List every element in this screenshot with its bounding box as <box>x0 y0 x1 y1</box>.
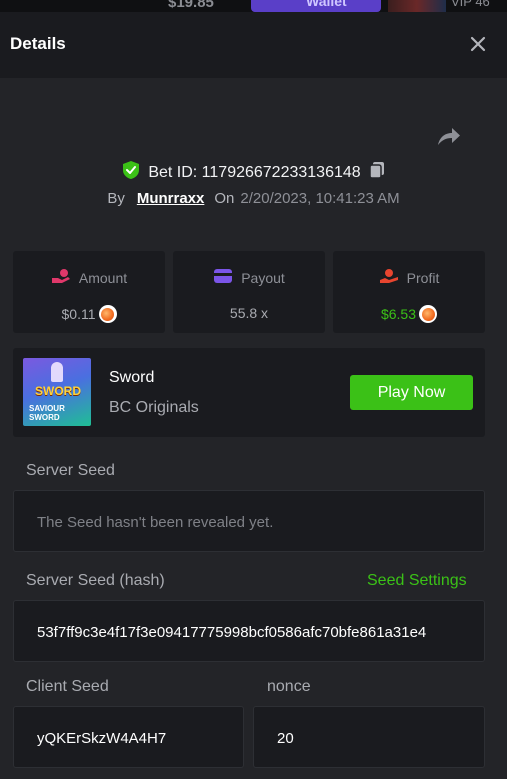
play-now-button[interactable]: Play Now <box>350 375 473 410</box>
page-title: Details <box>10 34 66 53</box>
amount-value: $0.11 <box>61 306 96 322</box>
thumbnail-subtitle: SAVIOUR SWORD <box>29 404 65 422</box>
coin-icon <box>98 305 117 323</box>
payout-icon <box>213 268 233 287</box>
thumbnail-title: SWORD <box>35 384 81 398</box>
on-label: On <box>214 190 235 207</box>
bet-id-row: Bet ID: 117926672233136148 <box>0 160 507 185</box>
payout-card: Payout 55.8 x <box>173 251 325 333</box>
nonce-label: nonce <box>267 678 311 695</box>
by-label: By <box>107 190 125 207</box>
game-card: SWORD SAVIOUR SWORD Sword BC Originals P… <box>13 348 485 437</box>
amount-card: Amount $0.11 <box>13 251 165 333</box>
server-seed-field: The Seed hasn't been revealed yet. <box>13 490 485 552</box>
bet-date: 2/20/2023, 10:41:23 AM <box>240 190 400 207</box>
game-thumbnail[interactable]: SWORD SAVIOUR SWORD <box>23 358 91 426</box>
payout-value: 55.8 x <box>229 305 269 321</box>
coin-icon <box>419 305 438 323</box>
amount-icon <box>51 268 71 287</box>
profit-value: $6.53 <box>380 306 417 322</box>
profit-icon <box>379 268 399 287</box>
game-provider: BC Originals <box>109 399 199 416</box>
bet-author-row: By Munrraxx On 2/20/2023, 10:41:23 AM <box>0 190 507 207</box>
amount-label: Amount <box>78 269 128 286</box>
copy-icon[interactable] <box>368 161 385 184</box>
username-link[interactable]: Munrraxx <box>137 190 205 207</box>
profit-card: Profit $6.53 <box>333 251 485 333</box>
server-seed-hash-label: Server Seed (hash) <box>26 572 165 589</box>
game-name: Sword <box>109 369 155 386</box>
client-seed-field[interactable]: yQKErSkzW4A4H7 <box>13 706 244 768</box>
wallet-button[interactable]: Wallet <box>251 0 381 12</box>
top-bar-strip: $19.85 Wallet VIP 46 <box>0 0 507 12</box>
vip-level: VIP 46 <box>451 0 490 9</box>
details-header: Details <box>0 12 507 78</box>
balance-amount: $19.85 <box>168 0 214 11</box>
close-icon[interactable] <box>468 34 488 54</box>
profit-label: Profit <box>406 269 440 286</box>
client-seed-label: Client Seed <box>26 678 109 695</box>
server-seed-hash-field[interactable]: 53f7ff9c3e4f17f3e09417775998bcf0586afc70… <box>13 600 485 662</box>
nonce-field[interactable]: 20 <box>253 706 485 768</box>
sword-figure-icon <box>51 362 63 382</box>
verified-shield-icon <box>122 160 140 185</box>
bet-id: Bet ID: 117926672233136148 <box>148 163 361 181</box>
wallet-label: Wallet <box>306 0 347 9</box>
payout-label: Payout <box>241 269 285 286</box>
share-icon[interactable] <box>436 124 462 148</box>
seed-settings-link[interactable]: Seed Settings <box>367 572 467 590</box>
server-seed-label: Server Seed <box>26 462 115 479</box>
banner-thumbnail <box>388 0 446 12</box>
